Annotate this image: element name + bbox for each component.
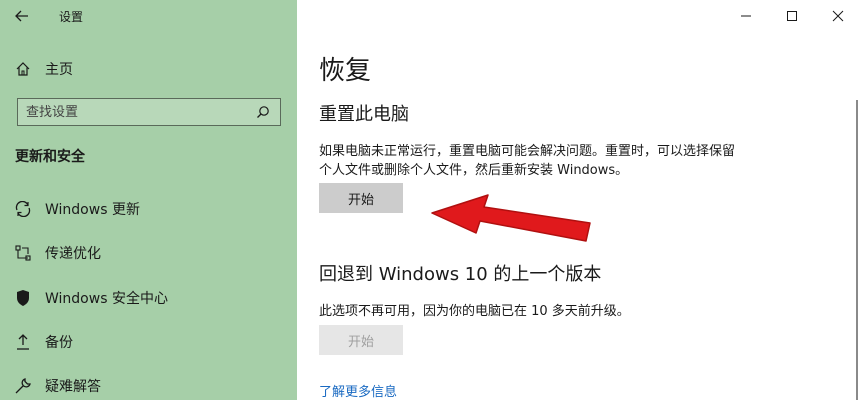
nav-home-label: 主页 bbox=[45, 62, 73, 78]
home-icon bbox=[14, 60, 32, 78]
wrench-icon bbox=[14, 377, 32, 395]
sidebar: 设置 主页 更新和安全 Windows 更新 传递优化 Windows 安全中心 bbox=[0, 0, 297, 400]
learn-more-link[interactable]: 了解更多信息 bbox=[319, 381, 397, 400]
shield-icon bbox=[14, 289, 32, 307]
sync-icon bbox=[14, 200, 32, 218]
sidebar-item-windows-update[interactable]: Windows 更新 bbox=[14, 197, 140, 221]
minimize-icon bbox=[741, 15, 751, 17]
maximize-icon bbox=[787, 11, 797, 21]
backup-icon bbox=[14, 333, 32, 351]
minimize-button[interactable] bbox=[723, 0, 769, 32]
search-box[interactable] bbox=[17, 98, 281, 126]
page-title: 恢复 bbox=[319, 56, 372, 86]
reset-description-line2: 个人文件或删除个人文件，然后重新安装 Windows。 bbox=[319, 163, 629, 178]
sidebar-item-backup[interactable]: 备份 bbox=[14, 330, 73, 354]
sidebar-item-windows-security[interactable]: Windows 安全中心 bbox=[14, 286, 168, 310]
reset-heading: 重置此电脑 bbox=[319, 104, 409, 125]
sidebar-item-troubleshoot[interactable]: 疑难解答 bbox=[14, 374, 101, 398]
reset-start-button[interactable]: 开始 bbox=[319, 183, 403, 213]
rollback-description: 此选项不再可用，因为你的电脑已在 10 多天前升级。 bbox=[319, 304, 630, 319]
reset-description-line1: 如果电脑未正常运行，重置电脑可能会解决问题。重置时，可以选择保留 bbox=[319, 144, 736, 159]
sidebar-item-label: 备份 bbox=[45, 335, 73, 351]
back-arrow-icon bbox=[15, 10, 28, 22]
titlebar-left: 设置 bbox=[0, 0, 297, 32]
reset-description: 如果电脑未正常运行，重置电脑可能会解决问题。重置时，可以选择保留 个人文件或删除… bbox=[319, 142, 749, 180]
maximize-button[interactable] bbox=[769, 0, 815, 32]
sidebar-item-label: Windows 安全中心 bbox=[45, 291, 168, 307]
close-icon bbox=[832, 10, 844, 22]
search-icon[interactable] bbox=[254, 103, 272, 121]
close-button[interactable] bbox=[815, 0, 861, 32]
sidebar-item-label: 疑难解答 bbox=[45, 379, 101, 395]
back-button[interactable] bbox=[10, 5, 34, 27]
red-arrow-annotation-icon bbox=[431, 194, 591, 242]
rollback-heading: 回退到 Windows 10 的上一个版本 bbox=[319, 264, 602, 285]
sidebar-item-label: 传递优化 bbox=[45, 246, 101, 262]
sidebar-item-label: Windows 更新 bbox=[45, 202, 140, 218]
window-controls bbox=[723, 0, 861, 32]
sidebar-item-delivery-optimization[interactable]: 传递优化 bbox=[14, 241, 101, 265]
delivery-optimization-icon bbox=[14, 244, 32, 262]
scrollbar[interactable] bbox=[856, 100, 858, 400]
search-input[interactable] bbox=[26, 104, 254, 120]
rollback-start-button[interactable]: 开始 bbox=[319, 325, 403, 355]
section-title: 更新和安全 bbox=[15, 149, 85, 165]
nav-home[interactable]: 主页 bbox=[14, 57, 73, 81]
app-title: 设置 bbox=[59, 10, 84, 24]
